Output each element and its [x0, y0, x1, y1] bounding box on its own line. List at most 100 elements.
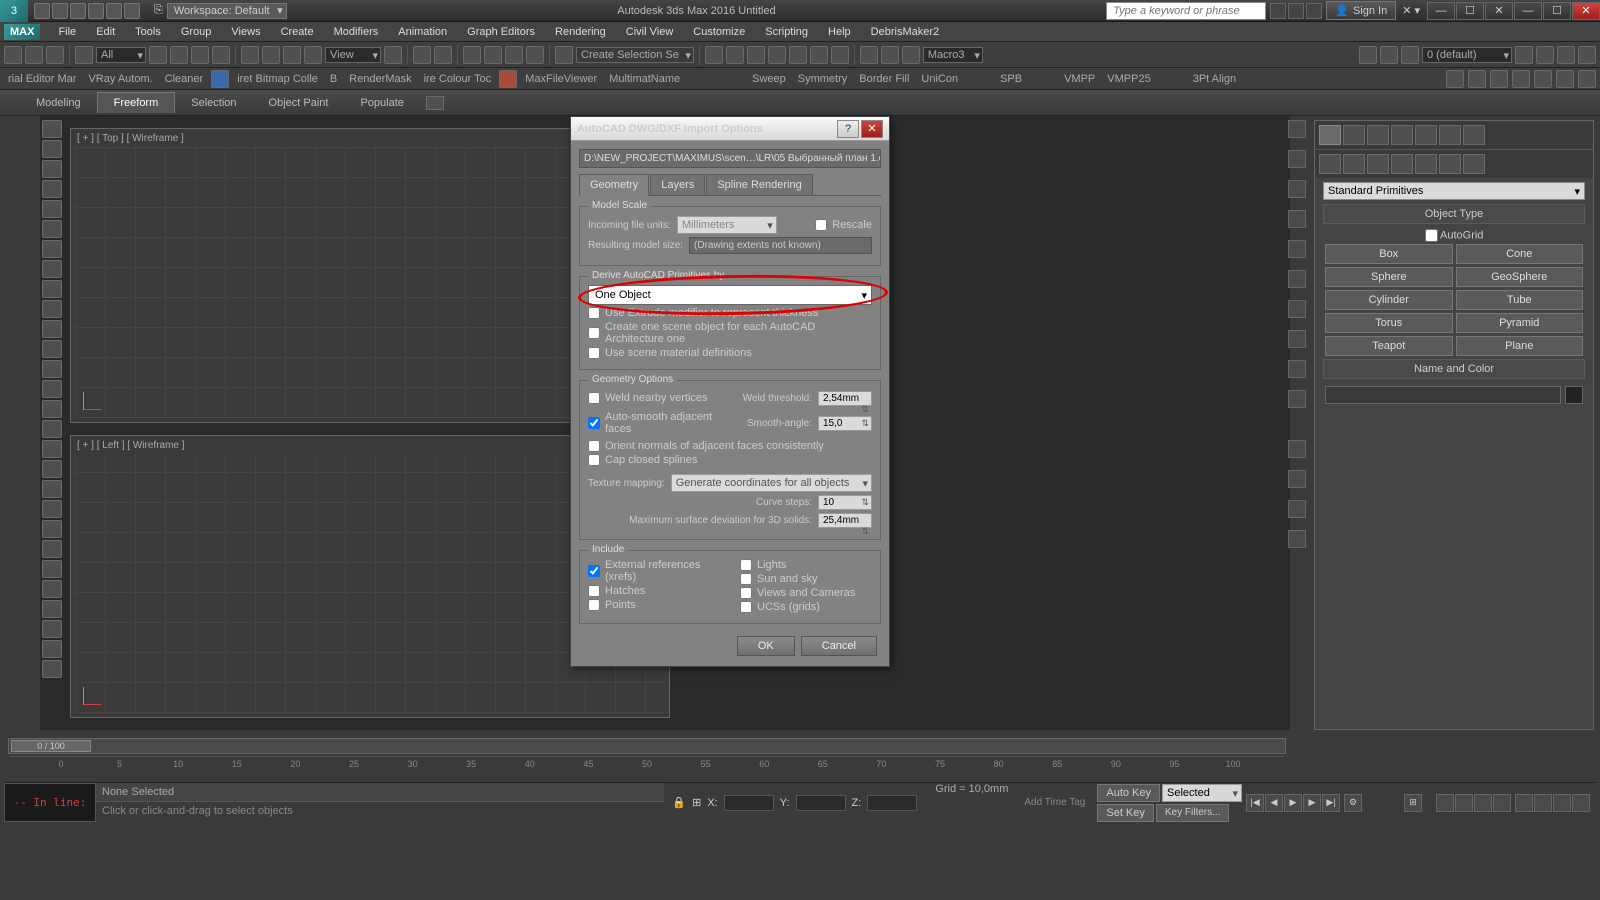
smooth-angle-spinner[interactable]: 15,0: [818, 416, 872, 431]
spacewarps-cat-icon[interactable]: [1439, 154, 1461, 174]
menu-help[interactable]: Help: [818, 24, 861, 40]
exchange-icon[interactable]: ✕ ▾: [1396, 4, 1426, 17]
script-btn[interactable]: ire Colour Toc: [420, 73, 496, 85]
extra-script-icon[interactable]: [1512, 70, 1530, 88]
named-selection-dropdown[interactable]: Create Selection Se: [576, 47, 694, 63]
lt-icon[interactable]: [42, 560, 62, 578]
dialog-titlebar[interactable]: AutoCAD DWG/DXF Import Options ? ✕: [571, 117, 889, 141]
star-icon[interactable]: [1288, 3, 1304, 19]
lt-icon[interactable]: [42, 620, 62, 638]
script-btn[interactable]: Border Fill: [855, 73, 913, 85]
ribbon-populate[interactable]: Populate: [344, 93, 419, 113]
object-type-rollout[interactable]: Object Type: [1323, 204, 1585, 224]
lt-icon[interactable]: [42, 640, 62, 658]
max-deviation-spinner[interactable]: 25,4mm: [818, 513, 872, 528]
maximize-button[interactable]: ☐: [1543, 2, 1571, 20]
lt-icon[interactable]: [42, 500, 62, 518]
ribbon-minimize-icon[interactable]: [426, 96, 444, 110]
script-btn[interactable]: RenderMask: [345, 73, 415, 85]
script-btn[interactable]: VMPP: [1060, 73, 1099, 85]
workspace-dropdown[interactable]: Workspace: Default: [167, 3, 287, 19]
qat-new-icon[interactable]: [34, 3, 50, 19]
fire-icon[interactable]: [499, 70, 517, 88]
qat-link-icon[interactable]: [124, 3, 140, 19]
extra-script-icon[interactable]: [1468, 70, 1486, 88]
tool-align-icon[interactable]: [726, 46, 744, 64]
key-mode-toggle-icon[interactable]: ⊞: [1404, 794, 1422, 812]
scene-material-checkbox[interactable]: Use scene material definitions: [588, 347, 872, 359]
tool-extra3-icon[interactable]: [1557, 46, 1575, 64]
tool-extra4-icon[interactable]: [1578, 46, 1596, 64]
tool-select-name-icon[interactable]: [170, 46, 188, 64]
lt-icon[interactable]: [42, 600, 62, 618]
script-btn[interactable]: Sweep: [748, 73, 790, 85]
lt-icon[interactable]: [42, 120, 62, 138]
tool-selection-filter-icon[interactable]: [75, 46, 93, 64]
menu-customize[interactable]: Customize: [683, 24, 755, 40]
autogrid-checkbox[interactable]: AutoGrid: [1315, 227, 1593, 244]
cameras-cat-icon[interactable]: [1391, 154, 1413, 174]
inner-maximize-button[interactable]: ☐: [1456, 2, 1484, 20]
display-tab-icon[interactable]: [1415, 125, 1437, 145]
dialog-help-button[interactable]: ?: [837, 120, 859, 138]
tool-extra2-icon[interactable]: [1536, 46, 1554, 64]
extra-script-icon[interactable]: [1446, 70, 1464, 88]
tool-snap-icon[interactable]: [463, 46, 481, 64]
tool-pivot-icon[interactable]: [384, 46, 402, 64]
auto-key-button[interactable]: Auto Key: [1097, 784, 1160, 802]
tool-select-link-icon[interactable]: [4, 46, 22, 64]
tool-layer-mgr-icon[interactable]: [1380, 46, 1398, 64]
lt-icon[interactable]: [42, 140, 62, 158]
systems-cat-icon[interactable]: [1463, 154, 1485, 174]
rt-icon[interactable]: [1288, 500, 1306, 518]
prev-frame-icon[interactable]: ◀: [1265, 794, 1283, 812]
minimize-button[interactable]: —: [1514, 2, 1542, 20]
signin-button[interactable]: 👤 Sign In: [1326, 1, 1396, 20]
derive-by-dropdown[interactable]: One Object: [588, 285, 872, 305]
tool-scene-explorer-icon[interactable]: [1359, 46, 1377, 64]
nav-orbit-icon[interactable]: [1515, 794, 1533, 812]
qat-open-icon[interactable]: [52, 3, 68, 19]
script-btn[interactable]: SPB: [996, 73, 1026, 85]
lock-icon[interactable]: 🔒: [672, 796, 686, 809]
menu-modifiers[interactable]: Modifiers: [324, 24, 389, 40]
rt-icon[interactable]: [1288, 530, 1306, 548]
include-hatches-checkbox[interactable]: Hatches: [588, 585, 720, 597]
menu-debrismaker2[interactable]: DebrisMaker2: [861, 24, 949, 40]
rt-icon[interactable]: [1288, 360, 1306, 378]
inner-minimize-button[interactable]: —: [1427, 2, 1455, 20]
lt-icon[interactable]: [42, 320, 62, 338]
use-extrude-checkbox[interactable]: Use Extrude modifier to represent thickn…: [588, 307, 872, 319]
create-tab-icon[interactable]: [1319, 125, 1341, 145]
lt-icon[interactable]: [42, 240, 62, 258]
autosmooth-checkbox[interactable]: Auto-smooth adjacent faces: [588, 411, 741, 435]
lt-icon[interactable]: [42, 280, 62, 298]
create-tube-button[interactable]: Tube: [1456, 290, 1584, 310]
nav-fov-icon[interactable]: [1474, 794, 1492, 812]
tool-display-icon[interactable]: [1401, 46, 1419, 64]
tool-editnamed-icon[interactable]: [555, 46, 573, 64]
tool-placement-icon[interactable]: [304, 46, 322, 64]
primitive-class-dropdown[interactable]: Standard Primitives: [1323, 182, 1585, 200]
qat-undo-icon[interactable]: [88, 3, 104, 19]
texture-mapping-dropdown[interactable]: Generate coordinates for all objects: [671, 474, 872, 492]
tab-layers[interactable]: Layers: [650, 174, 705, 195]
tool-scale-icon[interactable]: [283, 46, 301, 64]
include-ucs-checkbox[interactable]: UCSs (grids): [740, 601, 872, 613]
create-box-button[interactable]: Box: [1325, 244, 1453, 264]
rt-icon[interactable]: [1288, 300, 1306, 318]
qat-save-icon[interactable]: [70, 3, 86, 19]
nav-extra2-icon[interactable]: [1572, 794, 1590, 812]
tool-select-icon[interactable]: [149, 46, 167, 64]
lt-icon[interactable]: [42, 420, 62, 438]
coord-mode-icon[interactable]: ⊞: [692, 796, 701, 809]
create-teapot-button[interactable]: Teapot: [1325, 336, 1453, 356]
menu-tools[interactable]: Tools: [125, 24, 171, 40]
extra-script-icon[interactable]: [1556, 70, 1574, 88]
tab-geometry[interactable]: Geometry: [579, 174, 649, 196]
current-frame-field[interactable]: [1363, 794, 1403, 812]
ribbon-selection[interactable]: Selection: [175, 93, 252, 113]
ribbon-object-paint[interactable]: Object Paint: [253, 93, 345, 113]
menu-graph-editors[interactable]: Graph Editors: [457, 24, 545, 40]
script-btn[interactable]: VRay Autom.: [84, 73, 156, 85]
